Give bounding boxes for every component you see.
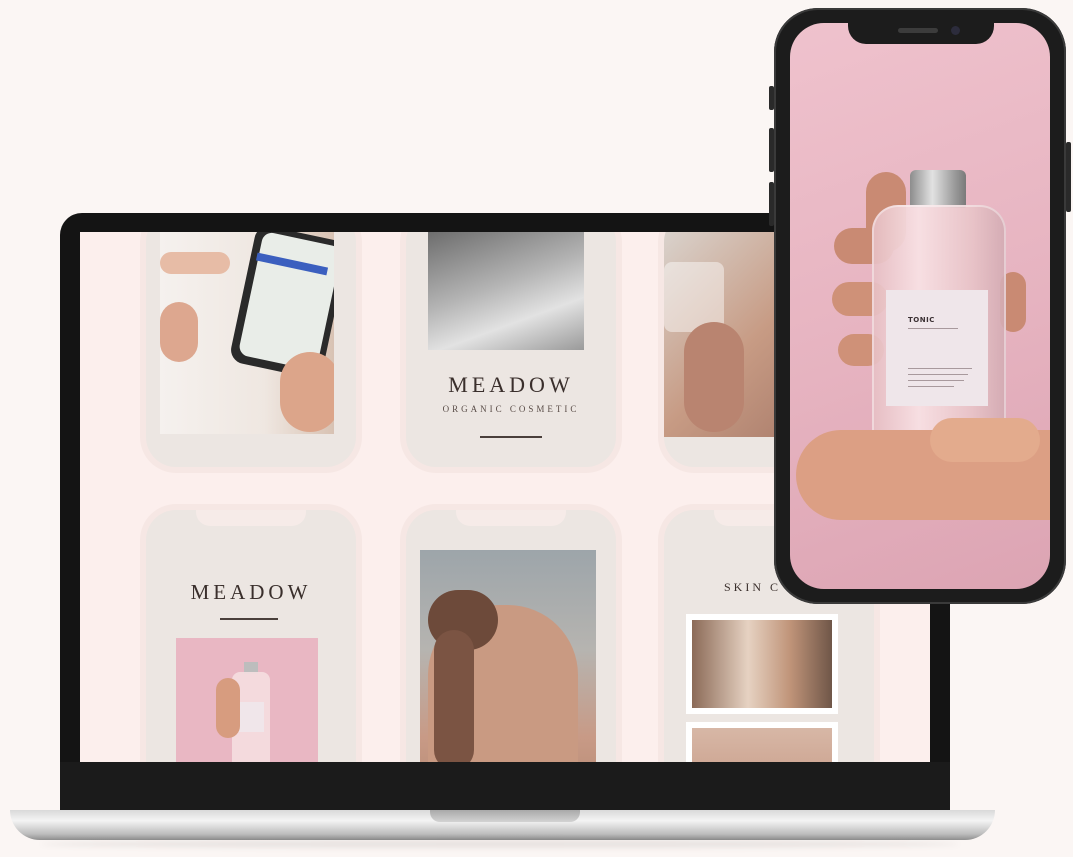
label-text-line — [908, 386, 954, 387]
bottle-cap — [910, 170, 966, 208]
template-card-face[interactable] — [406, 510, 616, 762]
bw-towel-photo — [428, 232, 584, 350]
card-notch — [456, 510, 566, 526]
laptop-shadow — [40, 840, 960, 848]
phone-side-button — [769, 86, 774, 110]
hand-holding-phone-photo — [160, 232, 334, 434]
hand-shape — [280, 352, 334, 432]
woman-mirror-photo — [692, 620, 832, 708]
phone-side-button — [769, 182, 774, 226]
phone-speaker — [898, 28, 938, 33]
template-card-hand-phone[interactable] — [146, 232, 356, 467]
phone-power-button — [1066, 142, 1071, 212]
bottle-label-title: TONIC — [908, 316, 935, 324]
photo-frame — [686, 722, 838, 762]
label-text-line — [908, 328, 958, 329]
phone-side-button — [769, 128, 774, 172]
template-card-meadow-bottle[interactable]: MEADOW — [146, 510, 356, 762]
divider — [220, 618, 278, 620]
laptop-chin — [60, 762, 950, 810]
label-text-line — [908, 374, 968, 375]
brand-title: MEADOW — [448, 372, 574, 397]
card-notch — [196, 510, 306, 526]
phone-camera-icon — [951, 26, 960, 35]
hand-shape — [160, 302, 198, 362]
bottle-label — [886, 290, 988, 406]
label-text-line — [908, 368, 972, 369]
bottle-in-hand-photo — [176, 638, 318, 762]
woman-face-photo — [420, 550, 596, 762]
skin-closeup-photo — [692, 728, 832, 762]
template-card-meadow[interactable]: MEADOW ORGANIC COSMETIC — [406, 232, 616, 467]
laptop-opening-groove — [430, 810, 580, 822]
label-text-line — [908, 380, 964, 381]
hand-shape — [930, 418, 1040, 462]
photo-frame — [686, 614, 838, 714]
brand-tagline: ORGANIC COSMETIC — [442, 404, 580, 414]
brand-title: MEADOW — [190, 580, 312, 604]
hand-shape — [160, 252, 230, 274]
divider — [480, 436, 542, 438]
